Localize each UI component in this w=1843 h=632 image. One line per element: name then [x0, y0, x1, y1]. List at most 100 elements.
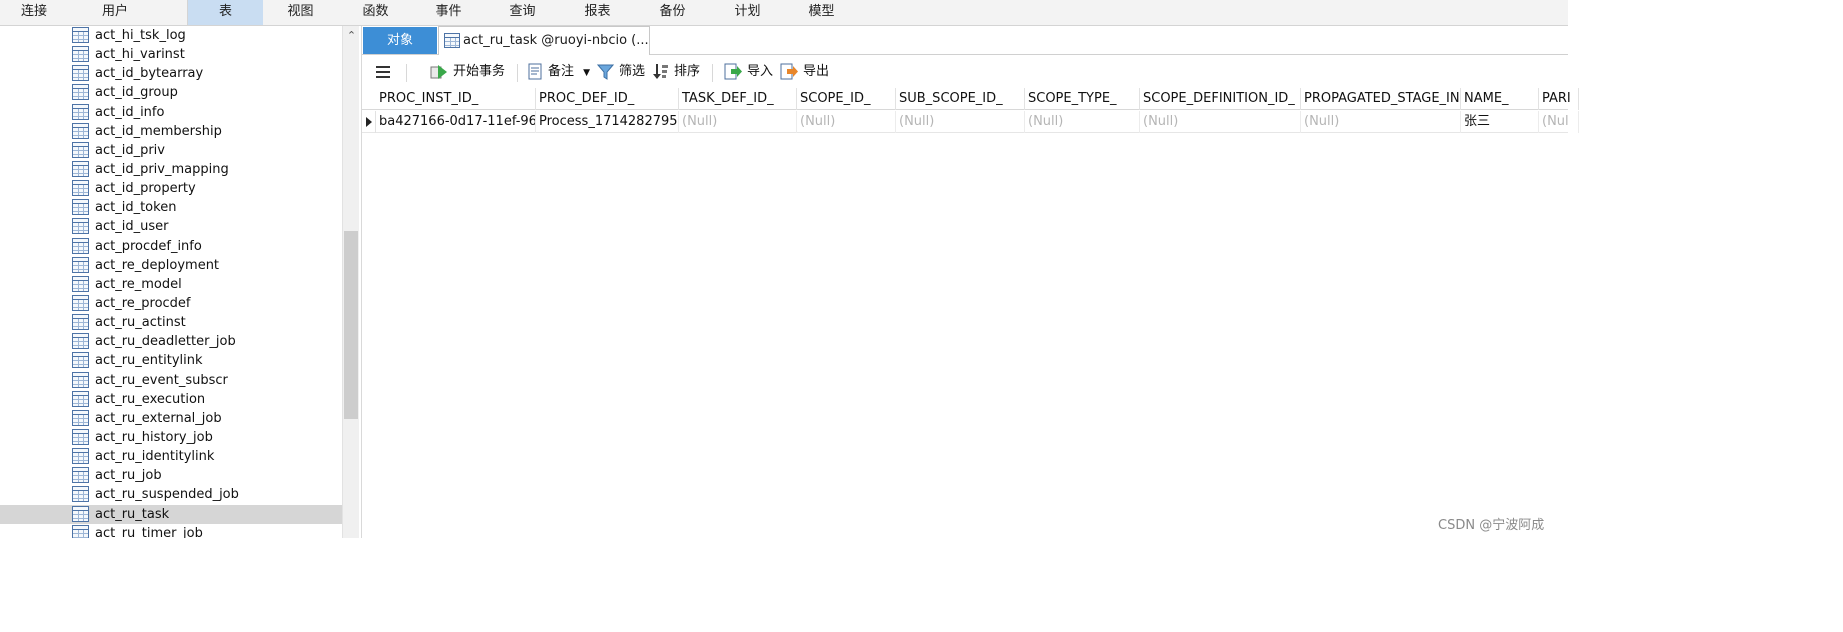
column-header[interactable]: PROPAGATED_STAGE_INS [1301, 88, 1461, 110]
column-header[interactable]: SUB_SCOPE_ID_ [896, 88, 1025, 110]
tree-item-label: act_re_model [95, 276, 182, 292]
column-header[interactable]: NAME_ [1461, 88, 1539, 110]
tree-item-act-re-model[interactable]: act_re_model [0, 275, 342, 294]
table-icon [72, 524, 89, 538]
grid-cell[interactable]: (Null) [679, 111, 797, 133]
tree-item-act-ru-execution[interactable]: act_ru_execution [0, 390, 342, 409]
tree-item-act-id-bytearray[interactable]: act_id_bytearray [0, 64, 342, 83]
tree-item-act-ru-deadletter-job[interactable]: act_ru_deadletter_job [0, 332, 342, 351]
sort-icon [653, 64, 668, 79]
export-label: 导出 [803, 64, 830, 79]
table-icon [72, 333, 89, 350]
row-selector-icon[interactable] [362, 111, 376, 133]
menu-item-1[interactable]: 用户 [75, 0, 155, 25]
tree-item-act-id-membership[interactable]: act_id_membership [0, 122, 342, 141]
tree-item-label: act_ru_external_job [95, 410, 222, 426]
column-header[interactable]: SCOPE_DEFINITION_ID_ [1140, 88, 1301, 110]
tree-item-label: act_id_user [95, 219, 169, 235]
menu-item-4[interactable]: 函数 [338, 0, 413, 25]
import-button[interactable]: 导入 [724, 61, 773, 83]
import-icon [724, 63, 742, 80]
tree-item-label: act_ru_event_subscr [95, 372, 228, 388]
grid-cell[interactable]: ba427166-0d17-11ef-963 [376, 111, 536, 133]
grid-cell[interactable]: (Null) [1301, 111, 1461, 133]
tree-item-act-ru-suspended-job[interactable]: act_ru_suspended_job [0, 485, 342, 504]
menu-item-9[interactable]: 计划 [710, 0, 785, 25]
tree-scrollbar[interactable]: ⌃ [342, 26, 359, 538]
tree-item-act-id-info[interactable]: act_id_info [0, 103, 342, 122]
menu-item-5[interactable]: 事件 [411, 0, 486, 25]
tree-item-label: act_ru_actinst [95, 315, 186, 331]
tree-item-act-ru-actinst[interactable]: act_ru_actinst [0, 313, 342, 332]
data-grid: PROC_INST_ID_ PROC_DEF_ID_ TASK_DEF_ID_ SCO… [362, 88, 1579, 538]
filter-button[interactable]: 筛选 [597, 61, 645, 83]
tree-item-act-re-procdef[interactable]: act_re_procdef [0, 294, 342, 313]
grid-cell[interactable]: (Null) [1025, 111, 1140, 133]
sort-button[interactable]: 排序 [653, 61, 700, 83]
table-icon [72, 180, 89, 197]
column-header[interactable]: SCOPE_ID_ [797, 88, 896, 110]
menu-item-2[interactable]: 表 [188, 0, 263, 25]
menu-icon[interactable] [376, 66, 390, 78]
tree-item-label: act_id_membership [95, 123, 222, 139]
menu-item-0[interactable]: 连接 [0, 0, 68, 25]
tree-item-act-ru-timer-job[interactable]: act_ru_timer_job [0, 524, 342, 538]
grid-cell[interactable]: (Null) [896, 111, 1025, 133]
column-header[interactable]: PROC_INST_ID_ [376, 88, 536, 110]
tree-item-label: act_id_info [95, 104, 165, 120]
table-icon [72, 428, 89, 445]
table-row[interactable]: ba427166-0d17-11ef-963 Process_1714282795… [362, 111, 1579, 133]
tree-item-act-id-group[interactable]: act_id_group [0, 83, 342, 102]
tab-table-act-ru-task[interactable]: act_ru_task @ruoyi-nbcio (... [438, 26, 650, 55]
tree-item-act-id-property[interactable]: act_id_property [0, 179, 342, 198]
chevron-down-icon[interactable]: ▼ [583, 68, 590, 78]
tree-item-act-id-token[interactable]: act_id_token [0, 198, 342, 217]
column-header[interactable]: TASK_DEF_ID_ [679, 88, 797, 110]
tab-objects[interactable]: 对象 [363, 27, 437, 54]
grid-cell[interactable]: (Null) [797, 111, 896, 133]
scroll-up-icon[interactable]: ⌃ [343, 28, 360, 44]
tree-item-label: act_ru_execution [95, 391, 206, 407]
sort-label: 排序 [674, 64, 701, 79]
tree-item-act-ru-entitylink[interactable]: act_ru_entitylink [0, 351, 342, 370]
column-header[interactable]: PARI [1539, 88, 1579, 110]
toolbar-separator [517, 64, 518, 82]
tree-item-act-ru-identitylink[interactable]: act_ru_identitylink [0, 447, 342, 466]
grid-cell[interactable]: (Nul [1539, 111, 1579, 133]
tree-item-label: act_ru_task [95, 506, 170, 522]
column-header[interactable]: SCOPE_TYPE_ [1025, 88, 1140, 110]
menu-item-8[interactable]: 备份 [635, 0, 710, 25]
begin-transaction-button[interactable]: 开始事务 [430, 61, 505, 83]
tree-item-label: act_hi_tsk_log [95, 28, 186, 43]
tree-item-act-id-priv-mapping[interactable]: act_id_priv_mapping [0, 160, 342, 179]
table-icon [72, 409, 89, 426]
tree-item-act-re-deployment[interactable]: act_re_deployment [0, 256, 342, 275]
scroll-thumb[interactable] [344, 231, 358, 419]
tree-item-act-hi-tsk-log[interactable]: act_hi_tsk_log [0, 26, 342, 45]
menu-item-7[interactable]: 报表 [560, 0, 635, 25]
tree-item-act-id-priv[interactable]: act_id_priv [0, 141, 342, 160]
tree-item-act-ru-external-job[interactable]: act_ru_external_job [0, 409, 342, 428]
grid-cell[interactable]: Process_171428279514 [536, 111, 679, 133]
tree-item-act-ru-task[interactable]: act_ru_task [0, 504, 342, 524]
tree-item-act-ru-event-subscr[interactable]: act_ru_event_subscr [0, 371, 342, 390]
tree-item-act-procdef-info[interactable]: act_procdef_info [0, 237, 342, 256]
menu-item-6[interactable]: 查询 [485, 0, 560, 25]
tree-item-act-hi-varinst[interactable]: act_hi_varinst [0, 45, 342, 64]
menu-item-10[interactable]: 模型 [784, 0, 859, 25]
grid-cell[interactable]: (Null) [1140, 111, 1301, 133]
grid-header: PROC_INST_ID_ PROC_DEF_ID_ TASK_DEF_ID_ SCO… [362, 88, 1579, 110]
table-icon [72, 46, 89, 63]
table-icon [72, 65, 89, 82]
note-button[interactable]: 备注 ▼ [528, 61, 590, 83]
tree-item-act-ru-history-job[interactable]: act_ru_history_job [0, 428, 342, 447]
table-icon [72, 275, 89, 292]
menu-item-3[interactable]: 视图 [263, 0, 338, 25]
tree-item-label: act_id_priv [95, 142, 165, 158]
export-button[interactable]: 导出 [780, 61, 829, 83]
column-header[interactable]: PROC_DEF_ID_ [536, 88, 679, 110]
grid-cell[interactable]: 张三 [1461, 111, 1539, 133]
tree-item-act-id-user[interactable]: act_id_user [0, 217, 342, 236]
tree-item-act-ru-job[interactable]: act_ru_job [0, 466, 342, 485]
tree-item-label: act_re_deployment [95, 257, 220, 273]
